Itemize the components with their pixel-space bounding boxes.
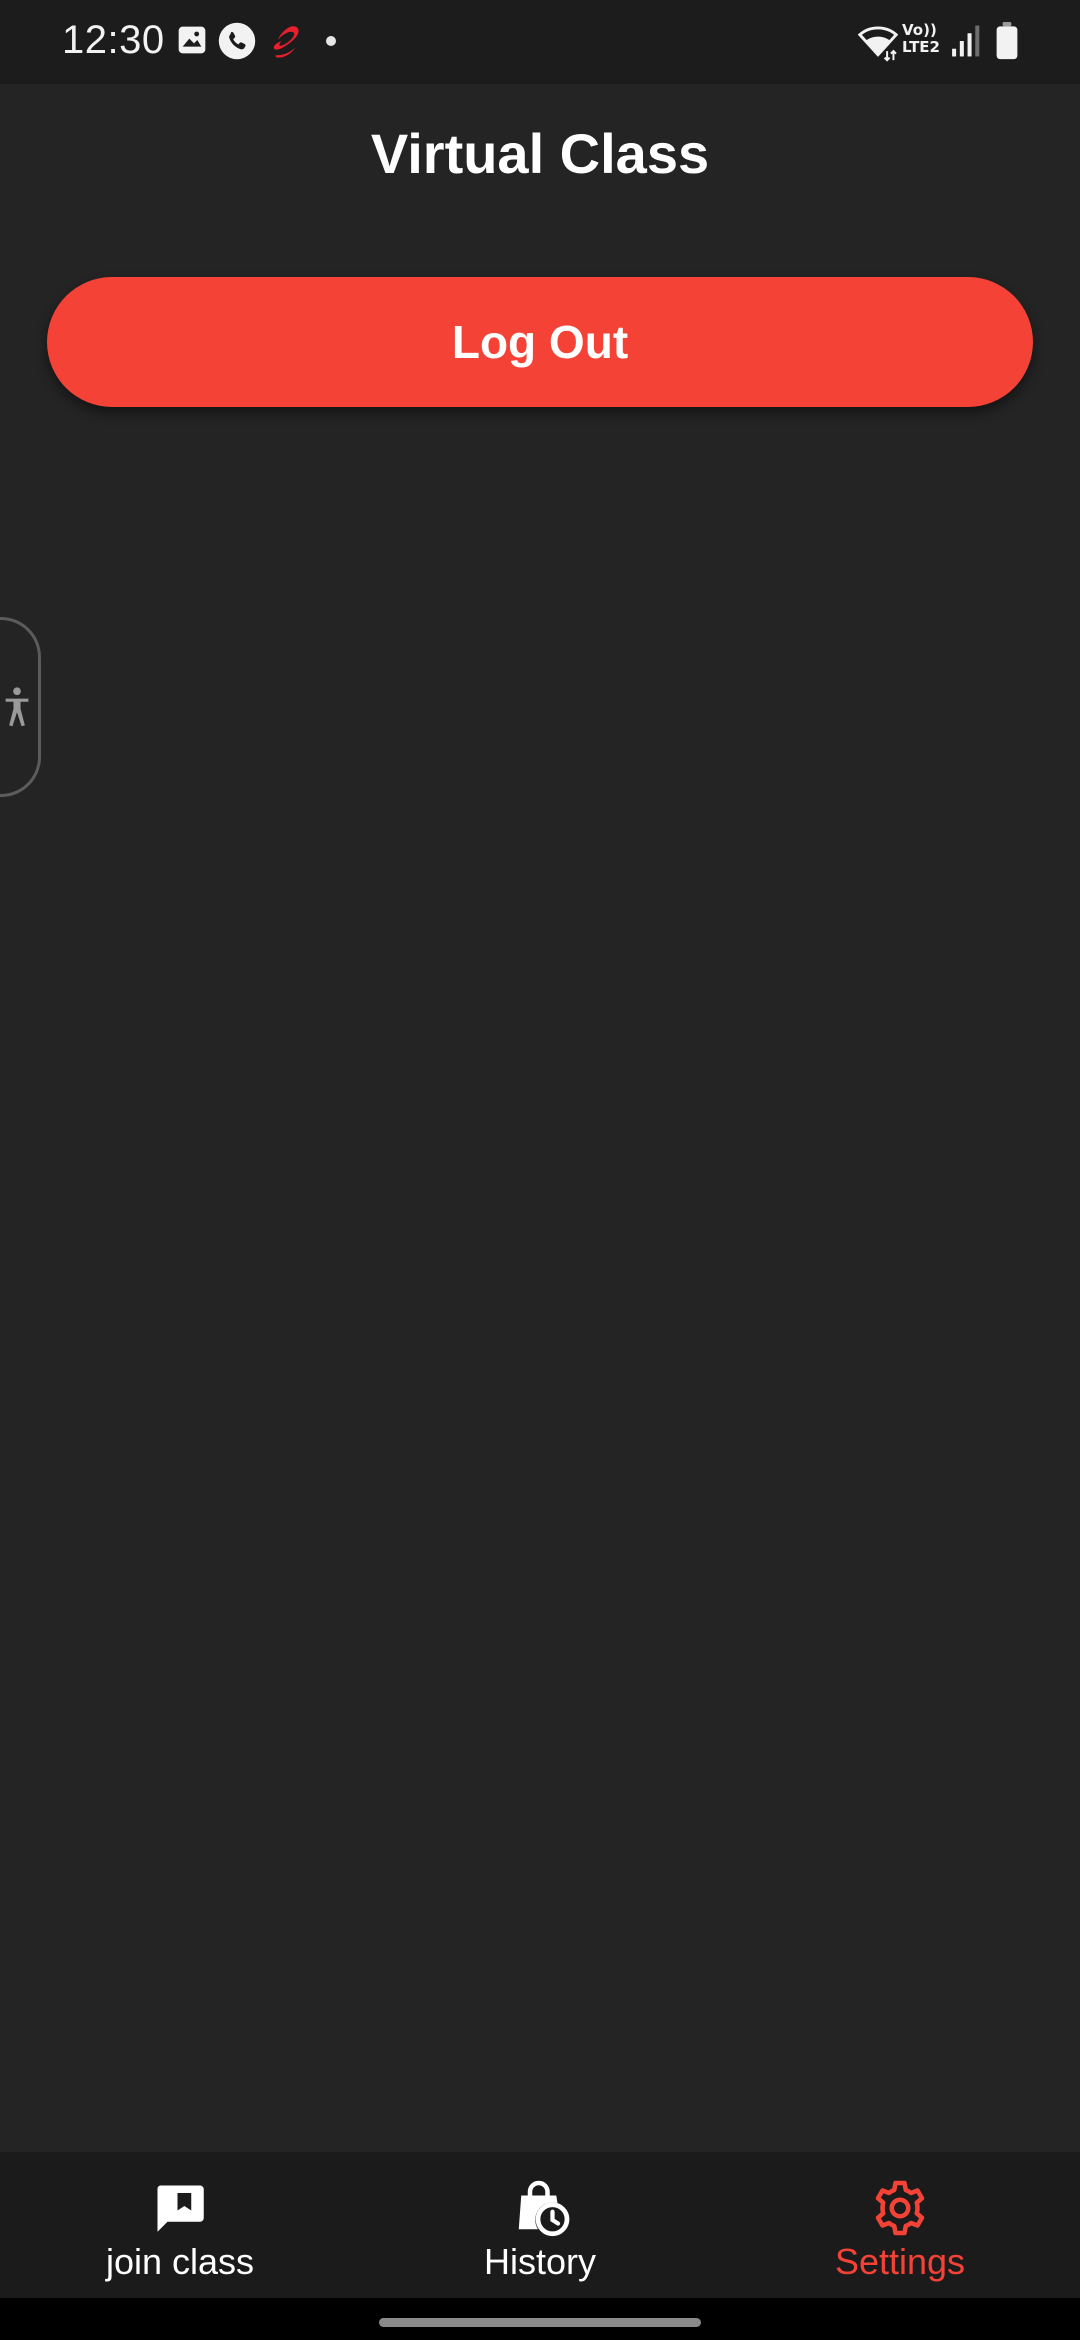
status-time: 12:30	[62, 18, 165, 62]
status-bar: 12:30 Vo)) LTE2	[0, 0, 1080, 84]
nav-item-settings[interactable]: Settings	[720, 2152, 1080, 2298]
signal-icon	[952, 25, 980, 57]
phone-call-icon	[218, 22, 256, 60]
gear-icon	[875, 2180, 925, 2236]
volte-label: Vo))	[902, 21, 937, 39]
nav-label-settings: Settings	[834, 2241, 966, 2282]
accessibility-side-tab[interactable]	[0, 617, 41, 797]
logout-button[interactable]: Log Out	[47, 277, 1033, 407]
chat-bookmark-icon	[157, 2185, 204, 2232]
home-gesture-handle[interactable]	[379, 2318, 701, 2327]
battery-icon	[996, 22, 1018, 60]
nav-item-join-class[interactable]: join class	[0, 2152, 360, 2298]
gallery-icon	[178, 26, 206, 54]
page-title: Virtual Class	[370, 122, 710, 185]
history-bag-icon	[518, 2180, 570, 2237]
wifi-icon	[857, 26, 899, 62]
system-navigation-bar	[0, 2298, 1080, 2340]
nav-item-history[interactable]: History	[360, 2152, 720, 2298]
nav-label-join-class: join class	[105, 2241, 255, 2282]
airtel-icon	[273, 26, 299, 58]
accessibility-icon	[5, 687, 29, 727]
settings-screen: 12:30 Vo)) LTE2 Virtual Class Log Out jo…	[0, 0, 1080, 2340]
volte-indicator: Vo)) LTE2	[902, 22, 946, 56]
nav-label-history: History	[483, 2241, 596, 2282]
logout-button-label: Log Out	[451, 316, 629, 368]
bottom-navigation: join class History Settings	[0, 2152, 1080, 2298]
lte-label: LTE2	[902, 38, 940, 56]
notification-dot	[326, 36, 336, 46]
